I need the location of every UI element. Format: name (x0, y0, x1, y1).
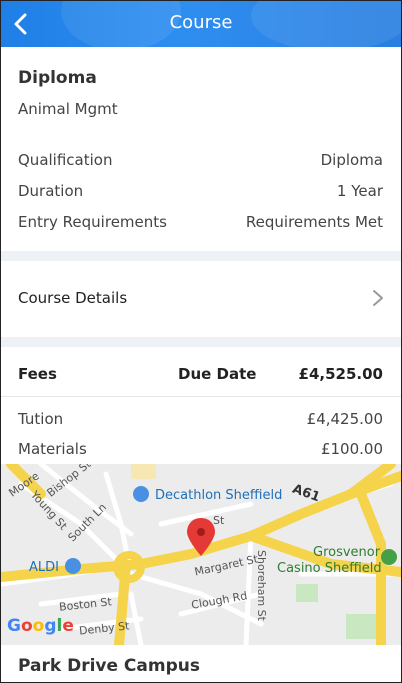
fee-row-tuition: Tution £4,425.00 (18, 410, 383, 430)
info-label: Entry Requirements (18, 213, 167, 231)
course-subtitle: Animal Mgmt (18, 100, 118, 118)
section-divider (1, 251, 401, 261)
due-date-label: Due Date (178, 365, 257, 383)
fees-divider (1, 396, 401, 397)
poi-grosvenor-line2[interactable]: Casino Sheffield (277, 561, 382, 576)
app-header: Course (1, 1, 401, 47)
info-label: Duration (18, 182, 84, 200)
info-label: Qualification (18, 151, 113, 169)
fee-label: Materials (18, 440, 87, 458)
info-row-entry-requirements: Entry Requirements Requirements Met (18, 213, 383, 233)
poi-aldi[interactable]: ALDI (29, 560, 59, 575)
section-divider (1, 337, 401, 347)
campus-name: Park Drive Campus (18, 656, 200, 676)
google-logo: Google (7, 616, 74, 636)
poi-decathlon[interactable]: Decathlon Sheffield (155, 488, 282, 503)
fees-header: Fees Due Date £4,525.00 (18, 365, 383, 385)
fee-row-materials: Materials £100.00 (18, 440, 383, 460)
fees-total: £4,525.00 (298, 365, 383, 383)
course-details-label: Course Details (18, 289, 128, 307)
map-label: St (213, 514, 225, 527)
page-title: Course (169, 12, 233, 33)
info-value: Diploma (320, 151, 383, 169)
course-title: Diploma (18, 68, 97, 88)
course-details-row[interactable]: Course Details (1, 261, 401, 337)
info-value: 1 Year (336, 182, 383, 200)
info-row-duration: Duration 1 Year (18, 182, 383, 202)
info-value: Requirements Met (245, 213, 383, 231)
fees-label: Fees (18, 365, 57, 383)
campus-map[interactable]: Moore Bishop St Young St South Ln St Mar… (1, 464, 401, 645)
chevron-right-icon (373, 290, 383, 306)
fee-value: £100.00 (320, 440, 383, 458)
app-frame: Course Diploma Animal Mgmt Qualification… (0, 0, 402, 683)
poi-grosvenor[interactable]: Grosvenor (313, 545, 380, 560)
info-row-qualification: Qualification Diploma (18, 151, 383, 171)
fee-value: £4,425.00 (306, 410, 383, 428)
map-label: Shoreham St (254, 550, 268, 621)
fee-label: Tution (18, 410, 64, 428)
